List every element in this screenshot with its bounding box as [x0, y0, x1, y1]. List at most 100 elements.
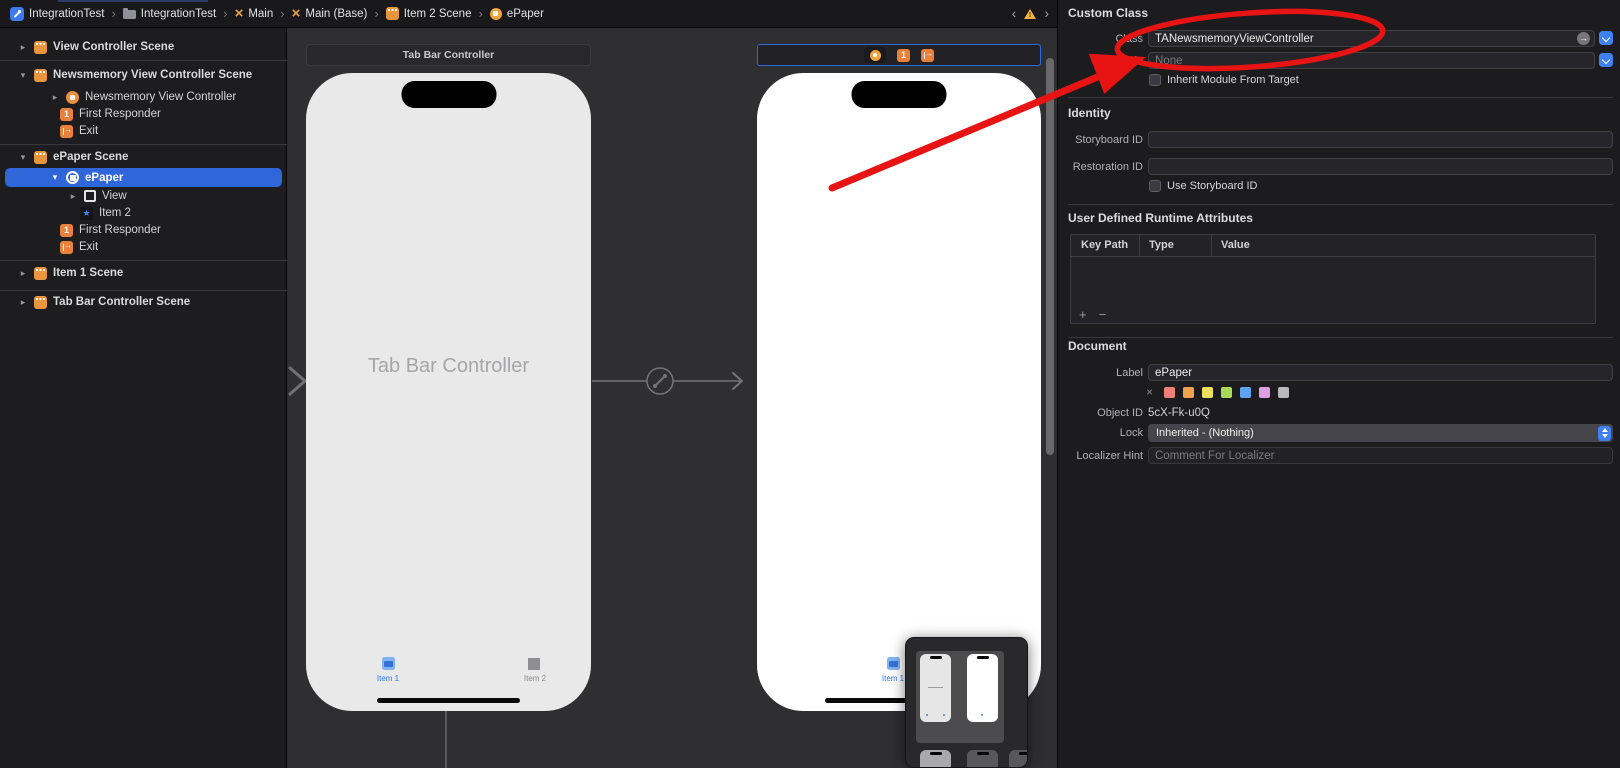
disclosure-icon[interactable] [18, 152, 28, 163]
restoration-id-field[interactable] [1148, 158, 1613, 175]
jumpbar-item-epaper[interactable]: ePaper [490, 8, 544, 20]
section-title-document: Document [1068, 339, 1127, 353]
jumpbar-label: IntegrationTest [29, 8, 104, 20]
jumpbar-label: Main (Base) [305, 8, 367, 20]
minimap-phone-thumbnail [1009, 750, 1028, 768]
jumpbar-item-scene[interactable]: Item 2 Scene [386, 7, 472, 20]
remove-attribute-button[interactable]: − [1099, 307, 1107, 322]
sidebar-item-newsmemory-vc[interactable]: Newsmemory View Controller [0, 88, 287, 106]
tab-bar-controller-placeholder: Tab Bar Controller [306, 355, 591, 378]
scene-icon [34, 41, 47, 54]
color-swatch-blue[interactable] [1240, 387, 1251, 398]
sidebar-item-exit[interactable]: Exit [0, 238, 287, 256]
document-label-field[interactable]: ePaper [1148, 364, 1613, 381]
scene-header-tab-bar-controller[interactable]: Tab Bar Controller [306, 44, 591, 66]
sidebar-item-epaper-selected[interactable]: ePaper [5, 168, 282, 187]
lock-popup-button[interactable]: Inherited - (Nothing) [1148, 424, 1613, 442]
inherit-module-checkbox[interactable] [1149, 74, 1161, 86]
module-field[interactable]: None [1148, 52, 1595, 69]
canvas-minimap[interactable] [905, 637, 1028, 768]
sidebar-item-first-responder[interactable]: First Responder [0, 221, 287, 239]
localizer-hint-field[interactable]: Comment For Localizer [1148, 447, 1613, 464]
sidebar-item-view[interactable]: View [0, 187, 287, 205]
navigate-forward-button[interactable] [1044, 5, 1049, 23]
chevron-separator-icon [374, 6, 378, 21]
sidebar-item-label: View [102, 190, 127, 202]
sidebar-item-tabbar-scene[interactable]: Tab Bar Controller Scene [0, 293, 287, 311]
disclosure-icon[interactable] [18, 70, 28, 81]
sidebar-item-label: Item 1 Scene [53, 267, 123, 279]
use-storyboard-id-label: Use Storyboard ID [1167, 180, 1257, 192]
tab-item-2-icon[interactable] [528, 658, 540, 670]
disclosure-icon[interactable] [18, 297, 28, 308]
add-attribute-button[interactable]: + [1079, 307, 1087, 322]
first-responder-icon [60, 224, 73, 237]
sidebar-item-label: First Responder [79, 224, 161, 236]
color-swatch-pink[interactable] [1259, 387, 1270, 398]
jumpbar-item-storyboard-base[interactable]: Main (Base) [292, 7, 368, 20]
disclosure-icon[interactable] [50, 172, 60, 183]
jumpbar-item-project[interactable]: IntegrationTest [10, 7, 104, 21]
sidebar-item-exit[interactable]: Exit [0, 122, 287, 140]
jumpbar-item-group[interactable]: IntegrationTest [123, 8, 216, 20]
section-title-custom-class: Custom Class [1068, 6, 1148, 20]
module-dropdown-button[interactable] [1599, 53, 1613, 67]
jump-to-class-button[interactable] [1577, 32, 1590, 45]
inherit-module-label: Inherit Module From Target [1167, 74, 1299, 86]
runtime-attributes-table[interactable]: Key Path Type Value + − [1070, 234, 1596, 324]
sidebar-item-first-responder[interactable]: First Responder [0, 105, 287, 123]
warning-icon[interactable]: ! [1024, 9, 1036, 19]
exit-icon[interactable] [921, 49, 934, 62]
tab-item-1-label[interactable]: Item 1 [362, 674, 414, 683]
use-storyboard-id-checkbox[interactable] [1149, 180, 1161, 192]
device-notch [401, 81, 496, 108]
first-responder-icon[interactable] [897, 49, 910, 62]
color-swatch-green[interactable] [1221, 387, 1232, 398]
document-label-label: Label [1058, 367, 1143, 379]
sidebar-item-item1-scene[interactable]: Item 1 Scene [0, 264, 287, 282]
view-controller-icon[interactable] [864, 47, 886, 63]
color-swatch-gray[interactable] [1278, 387, 1289, 398]
sidebar-item-label: View Controller Scene [53, 41, 174, 53]
tab-item-2-label[interactable]: Item 2 [510, 674, 560, 683]
identity-inspector: Custom Class Class TANewsmemoryViewContr… [1057, 0, 1620, 768]
column-header-type: Type [1149, 239, 1174, 251]
tab-item-1-icon[interactable] [382, 657, 395, 670]
xcode-project-icon [10, 7, 24, 21]
disclosure-icon[interactable] [50, 92, 60, 103]
minimap-phone-thumbnail [967, 654, 998, 722]
sidebar-item-item2[interactable]: Item 2 [0, 204, 287, 222]
sidebar-item-view-controller-scene[interactable]: View Controller Scene [0, 38, 287, 56]
jumpbar-item-storyboard[interactable]: Main [235, 7, 274, 20]
class-dropdown-button[interactable] [1599, 31, 1613, 45]
scene-header-label: Tab Bar Controller [403, 49, 494, 61]
disclosure-icon[interactable] [18, 42, 28, 53]
minimap-phone-thumbnail [920, 654, 951, 722]
jumpbar-label: Item 2 Scene [404, 8, 472, 20]
sidebar-item-newsmemory-scene[interactable]: Newsmemory View Controller Scene [0, 66, 287, 84]
disclosure-icon[interactable] [68, 191, 78, 202]
sidebar-item-label: ePaper Scene [53, 151, 128, 163]
color-swatch-yellow[interactable] [1202, 387, 1213, 398]
tab-item-1-icon[interactable] [887, 657, 900, 670]
divider [0, 144, 287, 145]
sidebar-item-epaper-scene[interactable]: ePaper Scene [0, 148, 287, 166]
storyboard-id-field[interactable] [1148, 131, 1613, 148]
class-field[interactable]: TANewsmemoryViewController [1148, 30, 1595, 47]
sidebar-item-label: Newsmemory View Controller Scene [53, 69, 252, 81]
column-header-key-path: Key Path [1081, 239, 1128, 251]
sidebar-item-label: Item 2 [99, 207, 131, 219]
chevron-separator-icon [223, 6, 227, 21]
disclosure-icon[interactable] [18, 268, 28, 279]
color-swatch-red[interactable] [1164, 387, 1175, 398]
navigate-back-button[interactable] [1012, 5, 1017, 23]
epaper-device[interactable]: Item 1 [757, 73, 1041, 711]
canvas-vertical-scrollbar[interactable] [1046, 58, 1054, 455]
divider [1068, 204, 1613, 205]
storyboard-file-icon [292, 7, 301, 20]
sidebar-item-label: Tab Bar Controller Scene [53, 296, 190, 308]
clear-color-button[interactable] [1146, 385, 1153, 399]
scene-header-epaper-selected[interactable] [757, 44, 1041, 66]
color-swatch-orange[interactable] [1183, 387, 1194, 398]
tab-bar-controller-device[interactable]: Tab Bar Controller Item 1 Item 2 [306, 73, 591, 711]
